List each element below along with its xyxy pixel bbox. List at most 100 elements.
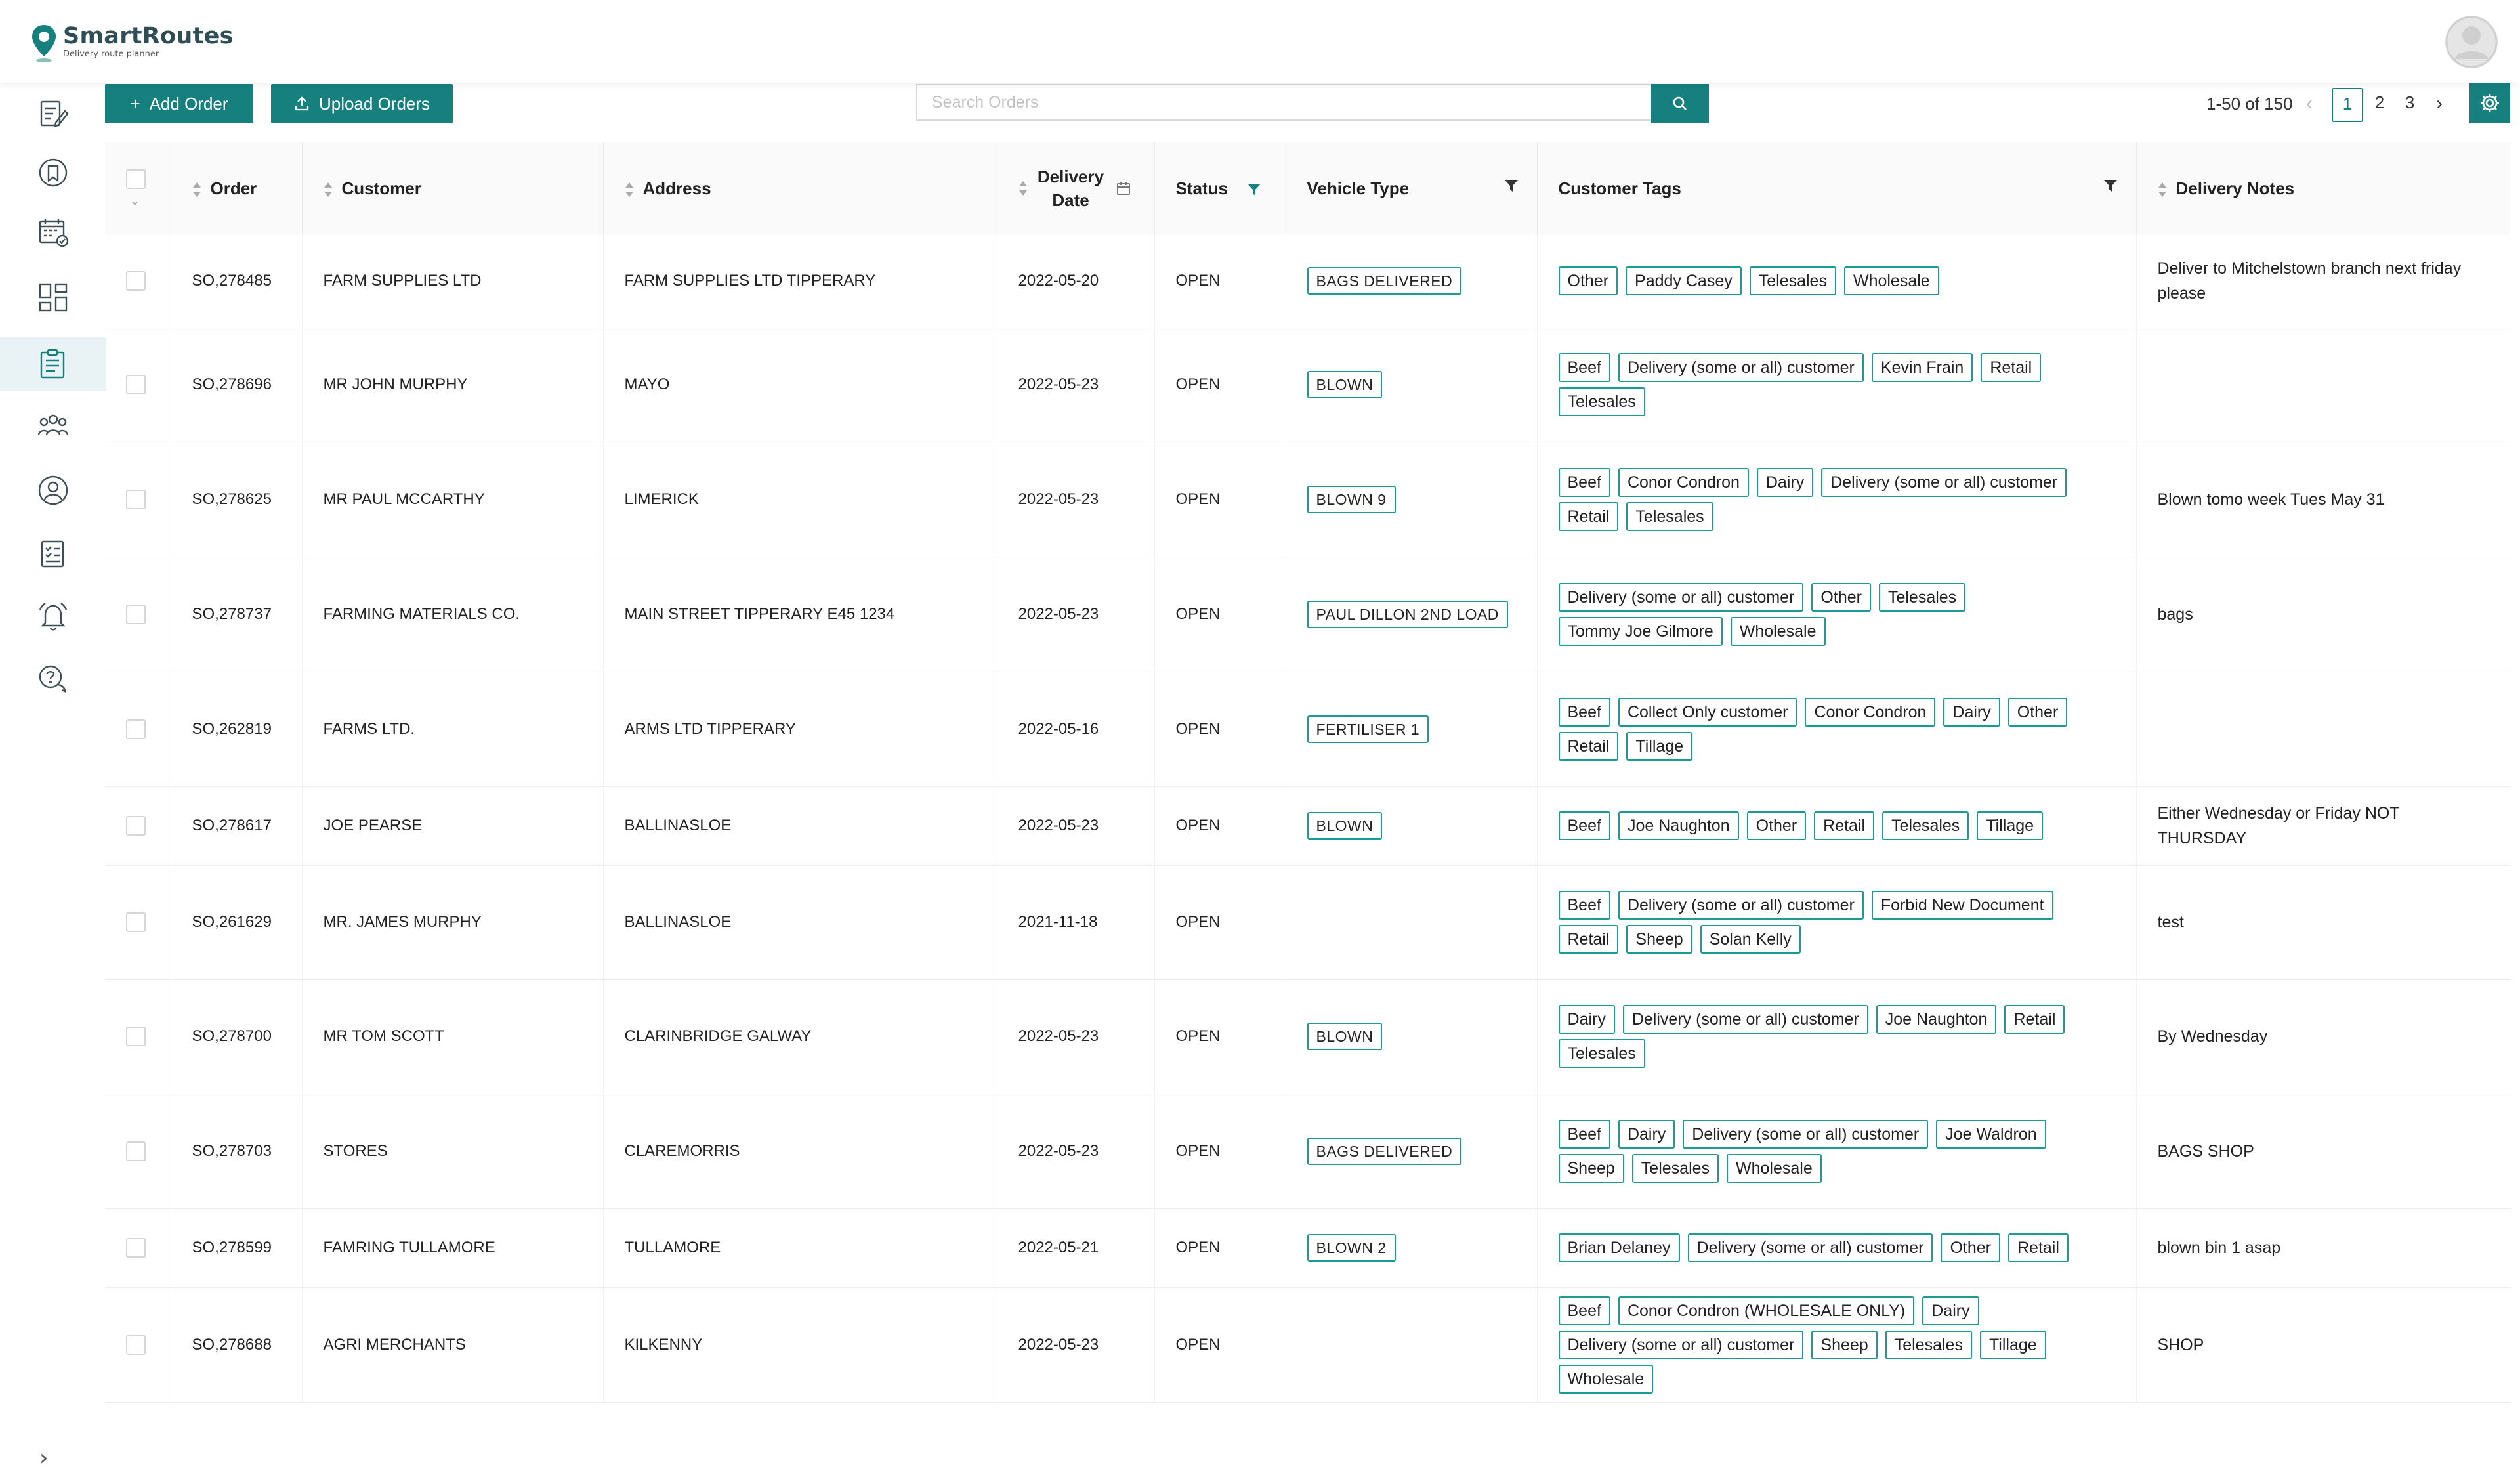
search-input[interactable] <box>916 84 1651 121</box>
customer-tag: Collect Only customer <box>1618 697 1797 727</box>
table-row[interactable]: SO,261629 MR. JAMES MURPHY BALLINASLOE 2021… <box>105 865 2511 980</box>
customer-tag: Joe Naughton <box>1618 811 1739 840</box>
user-avatar[interactable] <box>2445 16 2498 68</box>
brand-name: SmartRoutes <box>63 23 234 49</box>
chevron-right-icon[interactable]: › <box>39 1445 49 1471</box>
column-header-address[interactable]: Address <box>603 142 998 235</box>
vehicle-type-cell: BAGS DELIVERED <box>1286 1094 1538 1209</box>
table-settings-button[interactable] <box>2469 83 2510 123</box>
row-checkbox[interactable] <box>126 1238 146 1258</box>
row-checkbox[interactable] <box>126 489 146 509</box>
customer-tag: Beef <box>1558 1296 1610 1325</box>
delivery-date: 2022-05-20 <box>997 235 1155 328</box>
customer-tag: Delivery (some or all) customer <box>1558 582 1804 612</box>
status: OPEN <box>1154 235 1286 328</box>
pagination-page-2[interactable]: 2 <box>2365 88 2394 119</box>
delivery-date: 2021-11-18 <box>997 865 1155 980</box>
delivery-notes: bags <box>2136 557 2511 672</box>
row-checkbox[interactable] <box>126 375 146 394</box>
pagination-next-icon[interactable]: › <box>2436 88 2443 119</box>
filter-icon[interactable] <box>1504 179 1519 193</box>
order-id: SO,278625 <box>171 442 303 557</box>
select-all-header[interactable]: ⌄ <box>105 142 171 235</box>
filter-icon[interactable] <box>1247 182 1261 197</box>
table-row[interactable]: SO,262819 FARMS LTD. ARMS LTD TIPPERARY 202… <box>105 672 2511 787</box>
sidebar-item-order-list[interactable] <box>0 337 106 391</box>
orders-table: ⌄ Order Customer Address Delivery Date S… <box>105 142 2511 1403</box>
pagination-page-3[interactable]: 3 <box>2395 88 2424 119</box>
sidebar-item-notifications[interactable] <box>0 589 106 643</box>
sidebar-item-calendar[interactable] <box>0 205 106 259</box>
row-checkbox[interactable] <box>126 816 146 836</box>
column-header-order[interactable]: Order <box>171 142 303 235</box>
row-checkbox[interactable] <box>126 1334 146 1355</box>
vehicle-type-cell: BLOWN <box>1286 979 1538 1094</box>
customer-tag: Other <box>2007 697 2068 727</box>
status: OPEN <box>1154 672 1286 787</box>
table-row[interactable]: SO,278700 MR TOM SCOTT CLARINBRIDGE GALWAY… <box>105 979 2511 1094</box>
column-header-delivery-notes[interactable]: Delivery Notes <box>2136 142 2511 235</box>
table-row[interactable]: SO,278688 AGRI MERCHANTS KILKENNY 2022-05-2… <box>105 1287 2511 1403</box>
sort-icon[interactable] <box>192 181 201 198</box>
sort-icon[interactable] <box>1018 180 1028 197</box>
customer-tag: Delivery (some or all) customer <box>1622 1005 1868 1034</box>
column-header-delivery-date[interactable]: Delivery Date <box>997 142 1155 235</box>
table-row[interactable]: SO,278696 MR JOHN MURPHY MAYO 2022-05-23 OPE… <box>105 328 2511 442</box>
column-header-vehicle-type[interactable]: Vehicle Type <box>1286 142 1538 235</box>
vehicle-type-tag: FERTILISER 1 <box>1307 715 1429 743</box>
sort-icon[interactable] <box>324 181 333 198</box>
status: OPEN <box>1154 1208 1286 1288</box>
row-select-cell <box>105 1094 171 1209</box>
sort-icon[interactable] <box>625 181 634 198</box>
add-order-button[interactable]: + Add Order <box>105 84 253 123</box>
sidebar-item-dashboard[interactable] <box>0 270 106 324</box>
select-all-checkbox[interactable] <box>126 169 146 189</box>
customer-tag: Other <box>1941 1233 2000 1262</box>
upload-orders-button[interactable]: Upload Orders <box>271 84 453 123</box>
vehicle-type-tag: PAUL DILLON 2ND LOAD <box>1307 600 1508 628</box>
sidebar-item-checklist[interactable] <box>0 526 106 580</box>
sidebar-item-users[interactable] <box>0 463 106 517</box>
customer-tags-cell: Beef Delivery (some or all) customer Forbi… <box>1537 865 2137 980</box>
delivery-date: 2022-05-23 <box>997 442 1155 557</box>
add-order-label: Add Order <box>149 93 228 114</box>
row-checkbox[interactable] <box>126 604 146 624</box>
row-checkbox[interactable] <box>126 1141 146 1161</box>
table-row[interactable]: SO,278485 FARM SUPPLIES LTD FARM SUPPLIES … <box>105 235 2511 328</box>
column-header-customer-tags[interactable]: Customer Tags <box>1537 142 2137 235</box>
address: BALLINASLOE <box>603 786 998 866</box>
sidebar-item-support[interactable] <box>0 652 106 706</box>
row-checkbox[interactable] <box>126 1027 146 1046</box>
sidebar-item-routes[interactable] <box>0 146 106 200</box>
row-checkbox[interactable] <box>126 271 146 291</box>
column-header-customer[interactable]: Customer <box>302 142 604 235</box>
filter-icon[interactable] <box>2103 179 2118 193</box>
search-button[interactable] <box>1651 84 1709 123</box>
routes-icon <box>39 158 68 187</box>
customer-tag: Beef <box>1558 353 1610 382</box>
calendar-filter-icon[interactable] <box>1116 181 1131 196</box>
table-row[interactable]: SO,278599 FAMRING TULLAMORE TULLAMORE 2022-… <box>105 1208 2511 1288</box>
customer-tag: Delivery (some or all) customer <box>1618 353 1864 382</box>
customer-tag: Dairy <box>1756 467 1814 497</box>
delivery-notes: Deliver to Mitchelstown branch next frid… <box>2136 235 2511 328</box>
sidebar-item-orders-edit[interactable] <box>0 87 106 140</box>
team-icon <box>37 414 69 436</box>
row-checkbox[interactable] <box>126 912 146 932</box>
chevron-down-icon[interactable]: ⌄ <box>130 194 140 207</box>
row-checkbox[interactable] <box>126 719 146 739</box>
address: LIMERICK <box>603 442 998 557</box>
column-header-status[interactable]: Status <box>1154 142 1286 235</box>
address: FARM SUPPLIES LTD TIPPERARY <box>603 235 998 328</box>
table-row[interactable]: SO,278617 JOE PEARSE BALLINASLOE 2022-05-23… <box>105 786 2511 866</box>
sidebar-item-team[interactable] <box>0 399 106 453</box>
pagination-page-1[interactable]: 1 <box>2332 88 2363 122</box>
delivery-date: 2022-05-23 <box>997 328 1155 442</box>
table-row[interactable]: SO,278737 FARMING MATERIALS CO. MAIN STREE… <box>105 557 2511 672</box>
brand-logo[interactable]: SmartRoutes Delivery route planner <box>30 24 234 63</box>
sort-icon[interactable] <box>2158 181 2167 198</box>
table-row[interactable]: SO,278625 MR PAUL MCCARTHY LIMERICK 2022-05… <box>105 442 2511 557</box>
customer-tag: Wholesale <box>1843 266 1939 296</box>
table-row[interactable]: SO,278703 STORES CLAREMORRIS 2022-05-23 OPEN… <box>105 1094 2511 1209</box>
pagination-prev-icon[interactable]: ‹ <box>2306 88 2313 119</box>
